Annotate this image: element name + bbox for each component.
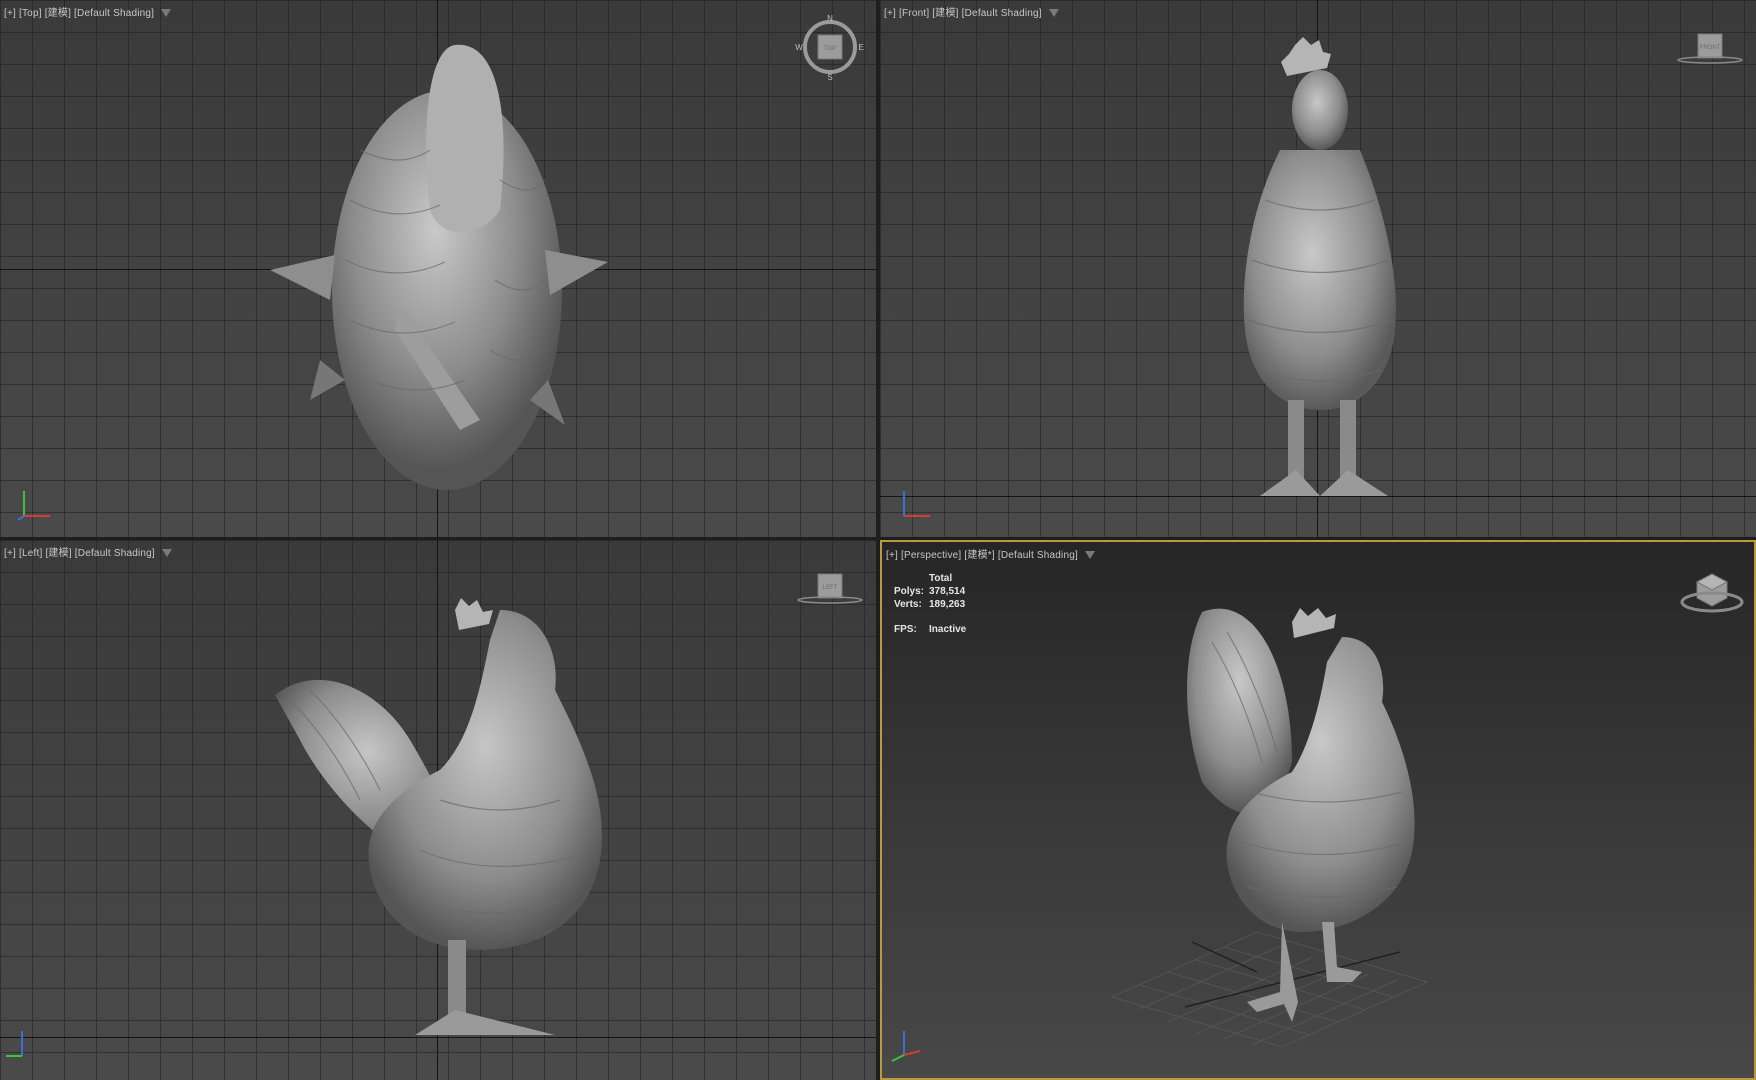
viewport-mode-menu[interactable]: [建模]: [45, 548, 71, 559]
polys-label: Polys:: [894, 586, 925, 597]
axis-tripod-icon: [17, 491, 50, 521]
viewport-plus-menu[interactable]: [+]: [4, 8, 16, 19]
viewport-top[interactable]: TOP N S E W [+] [Top] [建模] [Default Shading…: [0, 0, 876, 537]
viewport-plus-menu[interactable]: [+]: [886, 550, 898, 561]
viewport-left[interactable]: LEFT [+] [Left] [建模] [Default Shading]: [0, 540, 876, 1080]
viewport-shading-menu[interactable]: [Default Shading]: [75, 548, 155, 559]
viewport-plus-menu[interactable]: [+]: [884, 8, 896, 19]
compass-s: S: [827, 73, 832, 82]
rooster-model-front: [1243, 37, 1396, 496]
filter-icon[interactable]: [161, 9, 172, 18]
view-cube-label: LEFT: [823, 585, 838, 591]
viewport-mode-menu[interactable]: [建模]: [45, 8, 71, 19]
axis-tripod-icon: [903, 491, 930, 517]
view-cube-label: FRONT: [1700, 45, 1721, 51]
viewport-label-left: [+] [Left] [建模] [Default Shading]: [4, 544, 175, 559]
viewport-shading-menu[interactable]: [Default Shading]: [962, 8, 1042, 19]
viewport-mode-menu[interactable]: [建模]: [932, 8, 958, 19]
viewport-view-menu[interactable]: [Perspective]: [901, 550, 961, 561]
viewport-mode-menu[interactable]: [建模*]: [964, 550, 994, 561]
polys-value: 378,514: [929, 586, 966, 597]
viewport-view-menu[interactable]: [Top]: [19, 8, 42, 19]
rooster-model-perspective: [1110, 608, 1429, 1048]
viewport-front[interactable]: FRONT [+] [Front] [建模] [Default Shading]: [880, 0, 1756, 537]
view-cube[interactable]: LEFT: [795, 572, 865, 612]
viewport-view-menu[interactable]: [Left]: [19, 548, 42, 559]
compass-e: E: [858, 43, 863, 52]
filter-icon[interactable]: [1048, 9, 1059, 18]
compass-w: W: [795, 43, 803, 52]
viewport-shading-menu[interactable]: [Default Shading]: [74, 8, 154, 19]
compass-cube-label: TOP: [824, 46, 836, 52]
viewport-view-menu[interactable]: [Front]: [899, 8, 929, 19]
view-cube[interactable]: [1677, 572, 1747, 622]
rooster-model-top: [270, 44, 608, 490]
stats-header: Total: [929, 573, 953, 584]
viewport-label-top: [+] [Top] [建模] [Default Shading]: [4, 4, 174, 19]
rooster-model-left: [275, 598, 602, 1035]
verts-value: 189,263: [929, 599, 966, 610]
scene-statistics: Total Polys: 378,514 Verts: 189,263 FPS: In…: [894, 572, 966, 636]
viewport-divider-vertical[interactable]: [876, 0, 880, 1080]
axis-tripod-icon: [6, 1031, 23, 1057]
compass-n: N: [827, 14, 833, 23]
filter-icon[interactable]: [161, 549, 172, 558]
viewport-layout: TOP N S E W [+] [Top] [建模] [Default Shading…: [0, 0, 1756, 1080]
axis-tripod-icon: [891, 1031, 921, 1062]
fps-value: Inactive: [929, 624, 967, 635]
viewport-label-front: [+] [Front] [建模] [Default Shading]: [884, 4, 1062, 19]
filter-icon[interactable]: [1084, 551, 1095, 560]
viewport-shading-menu[interactable]: [Default Shading]: [998, 550, 1078, 561]
viewport-perspective[interactable]: Total Polys: 378,514 Verts: 189,263 FPS: In…: [880, 540, 1756, 1080]
viewport-label-perspective: [+] [Perspective] [建模*] [Default Shading]: [886, 546, 1098, 561]
verts-label: Verts:: [894, 599, 922, 610]
view-compass[interactable]: TOP N S E W: [795, 12, 865, 82]
fps-label: FPS:: [894, 624, 917, 635]
viewport-plus-menu[interactable]: [+]: [4, 548, 16, 559]
view-cube[interactable]: FRONT: [1675, 32, 1745, 72]
